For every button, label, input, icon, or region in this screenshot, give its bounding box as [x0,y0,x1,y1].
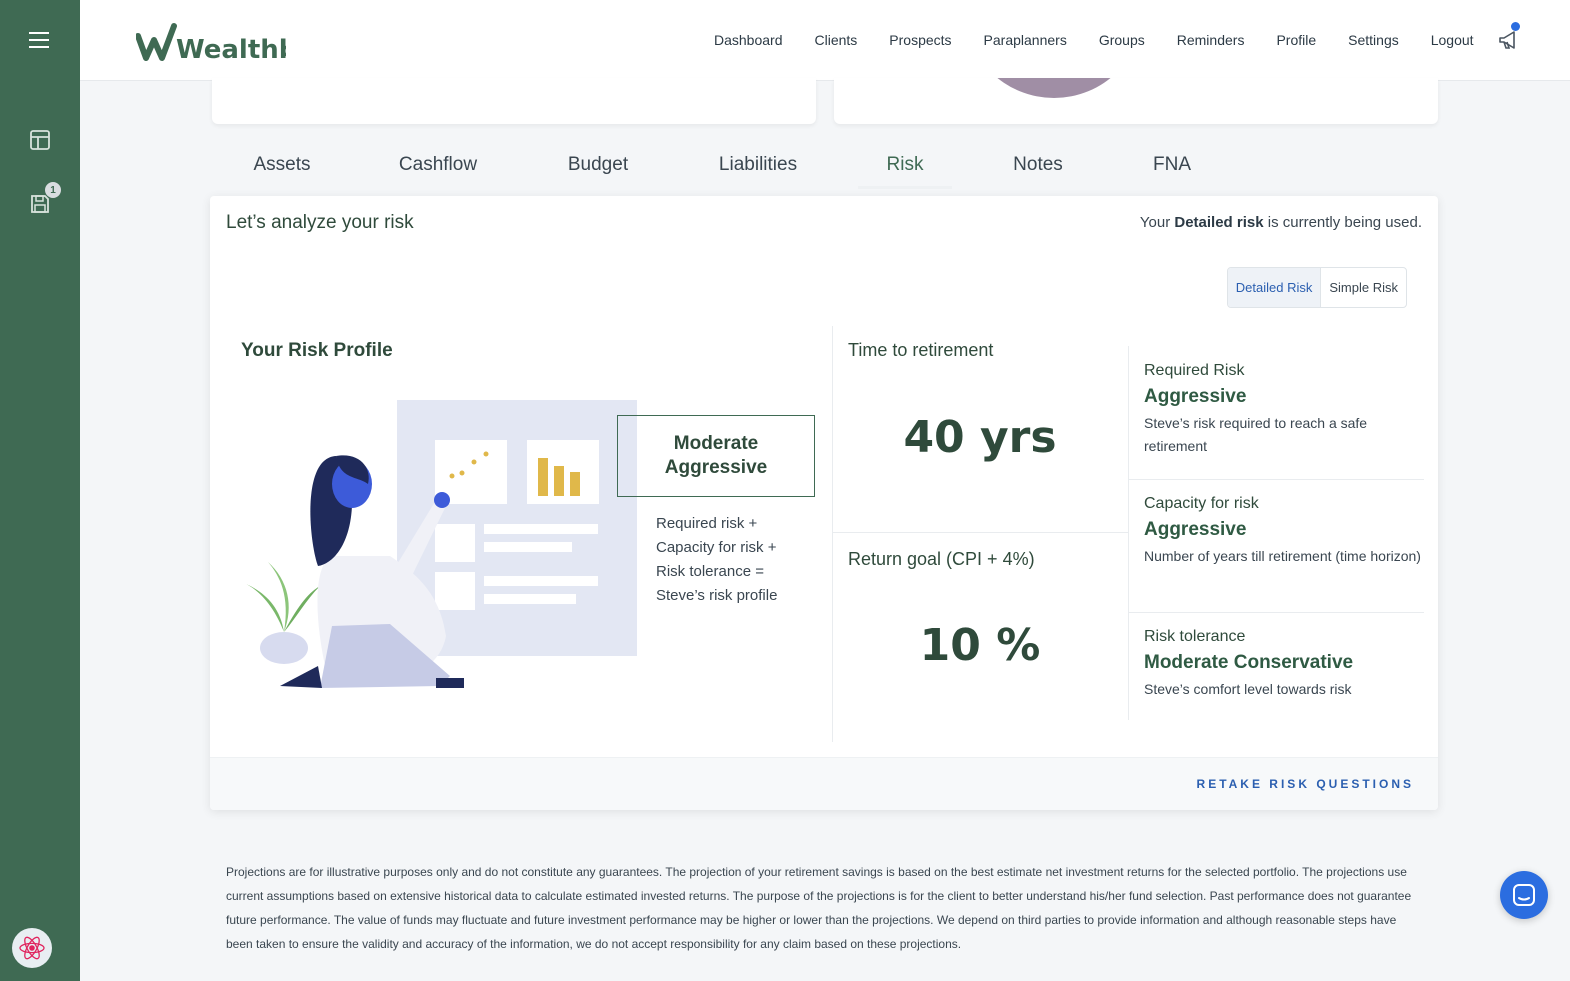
capacity-for-risk-label: Capacity for risk [1144,495,1259,512]
divider [832,326,833,742]
risk-profile-value-line2: Aggressive [664,457,768,478]
tab-risk[interactable]: Risk [858,150,952,189]
menu-icon[interactable] [24,24,56,56]
formula-line: Capacity for risk + [656,539,777,556]
chat-launcher-button[interactable] [1500,871,1548,919]
notification-badge: 1 [45,182,61,198]
nav-profile[interactable]: Profile [1276,32,1316,48]
tab-budget[interactable]: Budget [538,150,658,189]
formula-line: Steve’s risk profile [656,587,778,604]
risk-tolerance-desc: Steve’s comfort level towards risk [1144,681,1352,697]
tab-liabilities[interactable]: Liabilities [658,150,858,189]
disclaimer-text: Projections are for illustrative purpose… [226,865,1412,951]
retake-risk-questions-button[interactable]: RETAKE RISK QUESTIONS [1197,777,1414,791]
risk-mode-toggle: Detailed Risk Simple Risk [1226,267,1407,308]
formula-line: Required risk + [656,515,758,532]
risk-card-title: Let’s analyze your risk [226,212,414,233]
tab-notes[interactable]: Notes [952,150,1124,189]
return-goal-value: 10 % [919,620,1041,671]
divider [832,532,1128,533]
save-icon[interactable]: 1 [24,182,61,220]
risk-profile-result: Moderate Aggressive [617,415,815,497]
formula-line: Risk tolerance = [656,563,764,580]
tab-fna[interactable]: FNA [1124,150,1220,189]
capacity-for-risk-desc: Number of years till retirement (time ho… [1144,548,1421,564]
layout-icon[interactable] [24,124,56,156]
nav-paraplanners[interactable]: Paraplanners [984,32,1067,48]
nav-reminders[interactable]: Reminders [1177,32,1245,48]
return-goal-label: Return goal (CPI + 4%) [848,549,1035,569]
detailed-risk-button[interactable]: Detailed Risk [1227,268,1322,307]
summary-card-right [834,78,1438,124]
simple-risk-button[interactable]: Simple Risk [1321,268,1406,307]
notification-dot [1511,22,1520,31]
risk-profile-value-line1: Moderate [673,433,759,455]
risk-card: Let’s analyze your risk Your Detailed ri… [210,196,1438,810]
risk-formula: Required risk + Capacity for risk + Risk… [656,512,777,608]
risk-profile-illustration [246,400,637,688]
nav-groups[interactable]: Groups [1099,32,1145,48]
section-tabs: Assets Cashflow Budget Liabilities Risk … [226,150,1220,189]
risk-card-footer: RETAKE RISK QUESTIONS [210,757,1438,810]
tab-assets[interactable]: Assets [226,150,338,189]
brand-wordmark: Wealthbit [176,35,286,64]
required-risk-value: Aggressive [1144,386,1247,407]
top-navbar: Wealthbit Dashboard Clients Prospects Pa… [80,0,1570,81]
required-risk-label: Required Risk [1144,362,1245,379]
nav-clients[interactable]: Clients [815,32,858,48]
megaphone-icon[interactable] [1496,26,1524,54]
capacity-for-risk-item: Capacity for risk Aggressive Number of y… [1128,495,1424,613]
required-risk-item: Required Risk Aggressive Steve’s risk re… [1128,362,1424,480]
chat-icon [1513,884,1535,906]
pie-chart-fragment [964,78,1144,98]
nav-dashboard[interactable]: Dashboard [714,32,783,48]
brand-logo[interactable]: Wealthbit [136,14,286,64]
sidebar: 1 [0,0,80,981]
risk-profile-heading: Your Risk Profile [241,340,393,361]
main-nav: Dashboard Clients Prospects Paraplanners… [714,32,1506,48]
required-risk-desc: Steve’s risk required to reach a safe re… [1144,415,1368,454]
summary-card-left [212,78,816,124]
tab-cashflow[interactable]: Cashflow [338,150,538,189]
capacity-for-risk-value: Aggressive [1144,519,1247,540]
risk-mode-status: Your Detailed risk is currently being us… [1139,214,1422,231]
risk-tolerance-item: Risk tolerance Moderate Conservative Ste… [1128,628,1424,728]
react-devtools-icon[interactable] [12,928,52,968]
nav-prospects[interactable]: Prospects [889,32,951,48]
nav-logout[interactable]: Logout [1431,32,1474,48]
time-to-retirement-label: Time to retirement [848,340,994,360]
risk-tolerance-value: Moderate Conservative [1144,652,1354,673]
time-to-retirement-value: 40 yrs [903,412,1057,463]
risk-tolerance-label: Risk tolerance [1144,628,1246,645]
nav-settings[interactable]: Settings [1348,32,1399,48]
